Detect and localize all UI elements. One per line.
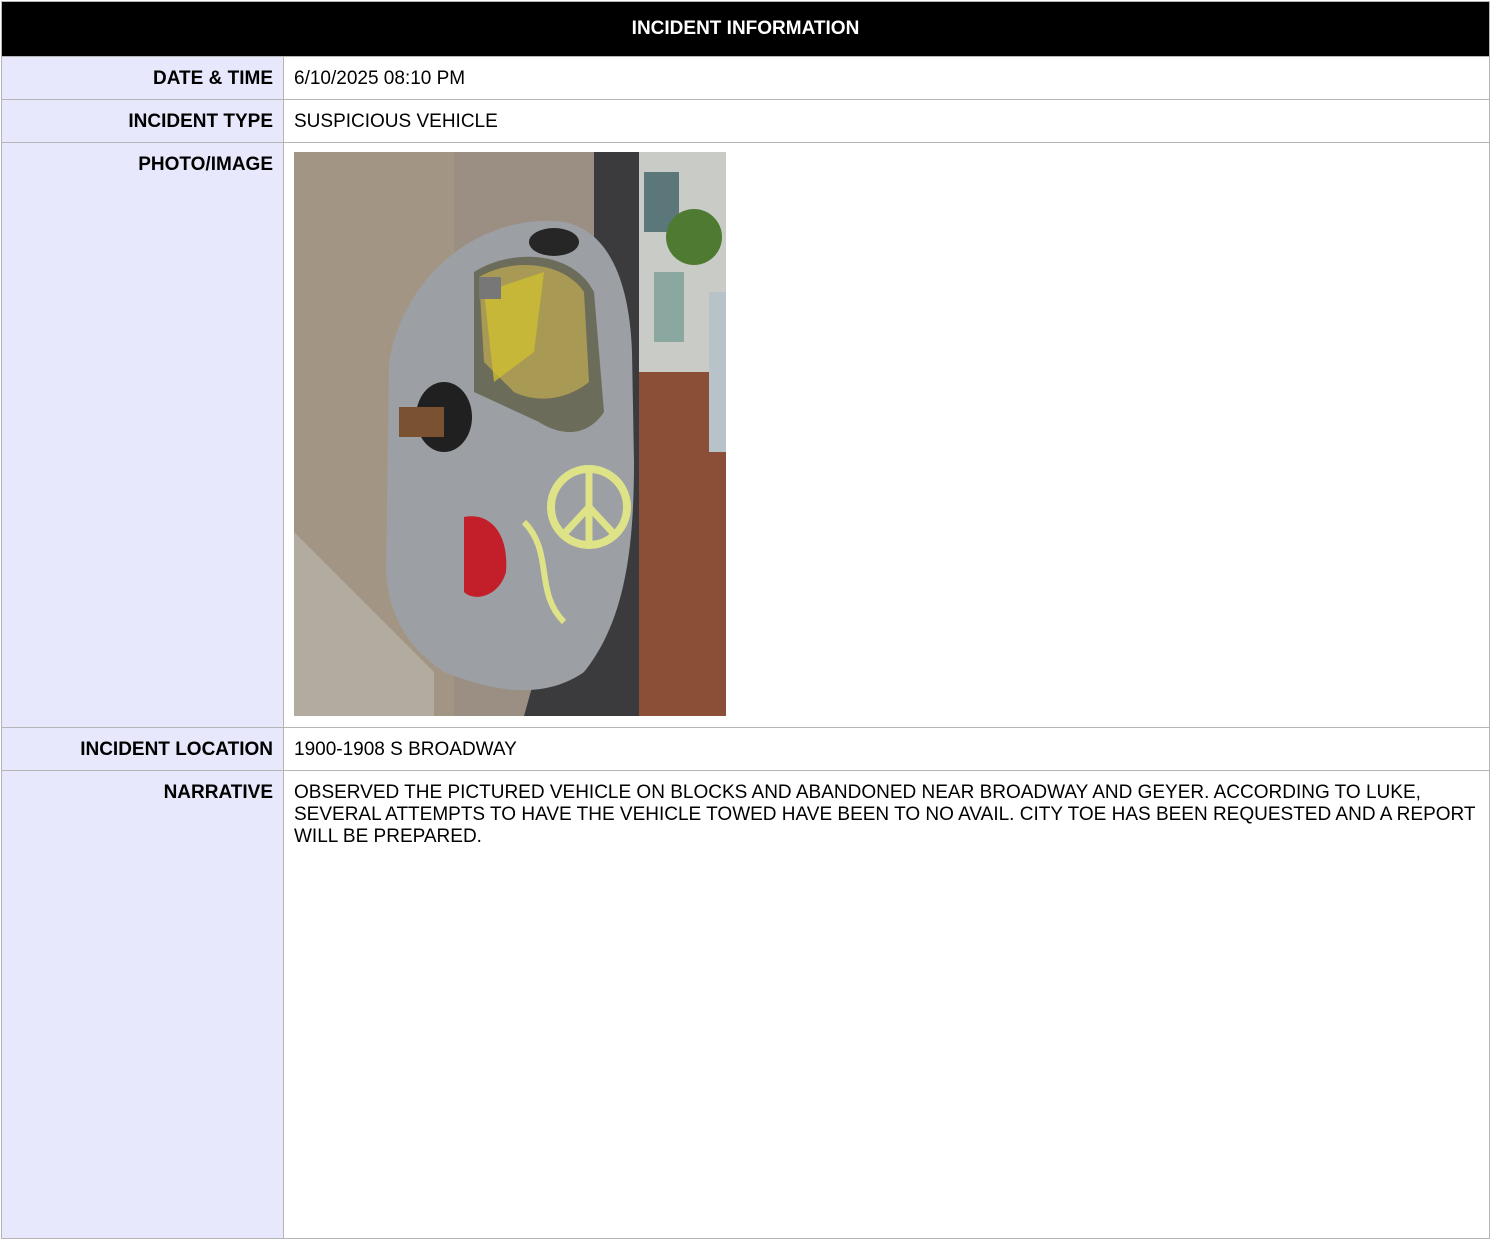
date-time-value: 6/10/2025 08:10 PM: [294, 68, 466, 89]
date-time-label: DATE & TIME: [2, 57, 284, 99]
report-header: INCIDENT INFORMATION: [2, 2, 1489, 57]
location-label: INCIDENT LOCATION: [2, 728, 284, 770]
row-incident-type: INCIDENT TYPE SUSPICIOUS VEHICLE: [2, 100, 1489, 143]
location-value: 1900-1908 S BROADWAY: [294, 739, 517, 760]
row-photo: PHOTO/IMAGE: [2, 143, 1489, 728]
incident-type-value: SUSPICIOUS VEHICLE: [294, 111, 498, 132]
narrative-value: OBSERVED THE PICTURED VEHICLE ON BLOCKS …: [294, 782, 1476, 847]
photo-label: PHOTO/IMAGE: [2, 143, 284, 727]
incident-photo: [294, 152, 726, 716]
report-title: INCIDENT INFORMATION: [631, 18, 860, 39]
narrative-label: NARRATIVE: [2, 771, 284, 1238]
row-date-time: DATE & TIME 6/10/2025 08:10 PM: [2, 57, 1489, 100]
incident-report: INCIDENT INFORMATION DATE & TIME 6/10/20…: [1, 1, 1490, 1239]
photo-cell: [284, 143, 1489, 727]
row-narrative: NARRATIVE OBSERVED THE PICTURED VEHICLE …: [2, 771, 1489, 1238]
incident-type-label: INCIDENT TYPE: [2, 100, 284, 142]
row-location: INCIDENT LOCATION 1900-1908 S BROADWAY: [2, 728, 1489, 771]
